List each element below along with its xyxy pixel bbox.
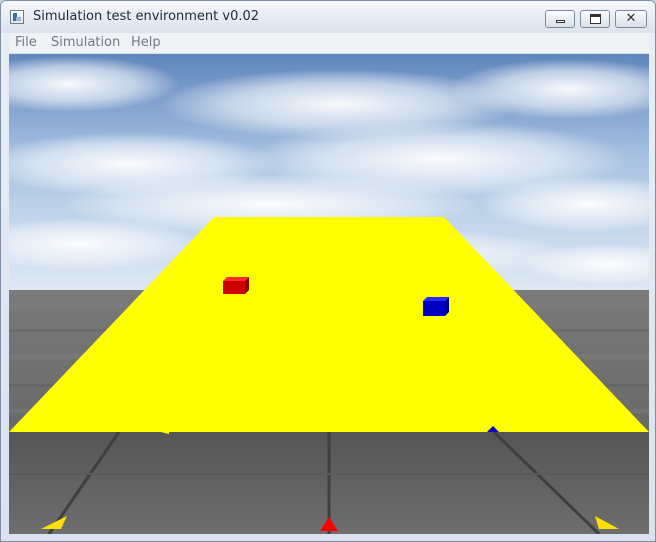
close-icon: ✕ xyxy=(625,11,637,26)
scene-canvas[interactable] xyxy=(9,54,649,534)
app-icon[interactable] xyxy=(10,10,24,24)
title-bar[interactable]: Simulation test environment v0.02 ✕ xyxy=(1,1,655,33)
minimize-button[interactable] xyxy=(545,10,575,28)
simulation-viewport[interactable] xyxy=(9,54,649,534)
red-cube xyxy=(223,277,249,294)
close-button[interactable]: ✕ xyxy=(615,10,647,28)
menu-bar: File Simulation Help xyxy=(9,33,649,54)
maximize-button[interactable] xyxy=(580,10,610,28)
app-window: Simulation test environment v0.02 ✕ File… xyxy=(0,0,656,542)
maximize-icon xyxy=(590,14,601,24)
minimize-icon xyxy=(556,20,565,23)
window-title: Simulation test environment v0.02 xyxy=(33,9,260,24)
menu-help[interactable]: Help xyxy=(131,35,161,50)
blue-cube xyxy=(423,297,449,316)
menu-simulation[interactable]: Simulation xyxy=(51,35,120,50)
menu-file[interactable]: File xyxy=(15,35,37,50)
